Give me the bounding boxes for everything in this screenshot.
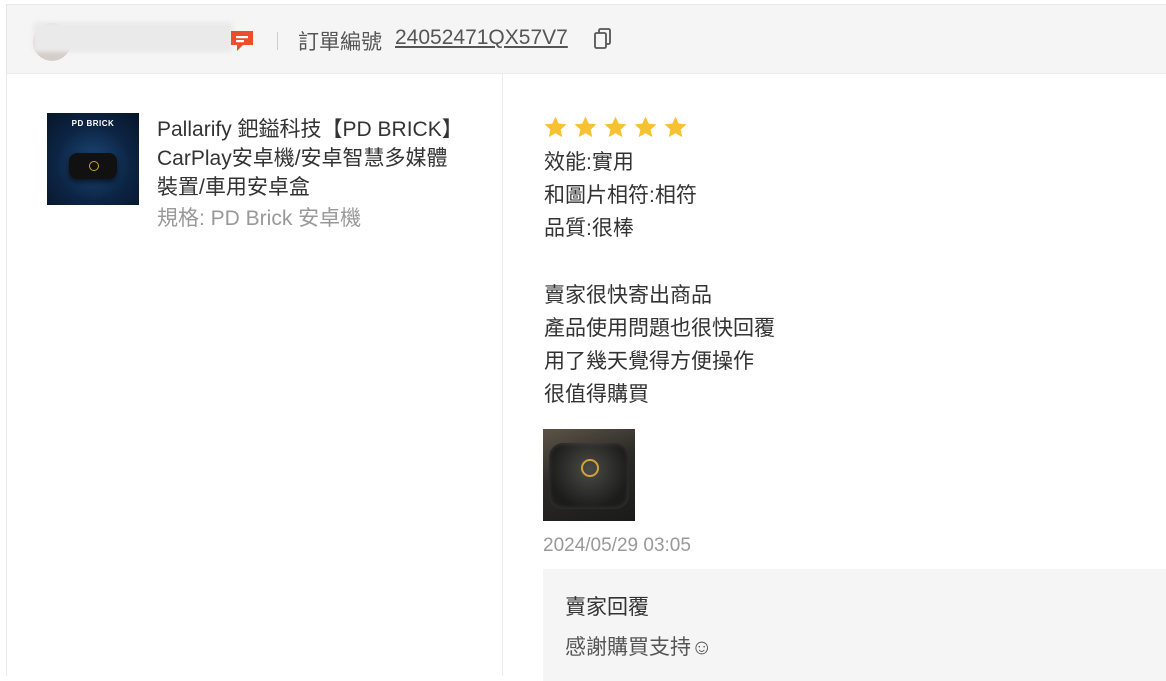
seller-reply-box: 賣家回覆 感謝購買支持☺: [543, 569, 1166, 681]
review-text-line: 產品使用問題也很快回覆: [544, 317, 775, 340]
rating-stars: [543, 115, 688, 140]
header-separator: [277, 32, 278, 50]
device-logo: [581, 459, 599, 477]
seller-reply-text: 感謝購買支持☺: [565, 636, 713, 659]
review-timestamp: 2024/05/29 03:05: [543, 535, 691, 556]
order-number-link[interactable]: 24052471QX57V7: [395, 26, 568, 50]
product-name-link[interactable]: Pallarify 鈀鎰科技【PD BRICK】CarPlay安卓機/安卓智慧多…: [157, 115, 467, 202]
review-header: 訂單編號 24052471QX57V7: [7, 5, 1166, 74]
thumbnail-brand-text: PD BRICK: [71, 119, 115, 128]
review-text-line: 賣家很快寄出商品: [544, 284, 712, 307]
copy-icon[interactable]: [593, 27, 613, 51]
review-attr-quality: 品質:很棒: [544, 217, 634, 240]
review-text-line: 很值得購買: [544, 383, 649, 406]
chat-icon[interactable]: [229, 29, 255, 53]
star-icon: [604, 116, 627, 138]
star-icon: [574, 116, 597, 138]
seller-reply-title: 賣家回覆: [565, 596, 649, 619]
review-attr-performance: 效能:實用: [544, 151, 634, 174]
review-attr-match: 和圖片相符:相符: [544, 184, 697, 207]
review-text-line: 用了幾天覺得方便操作: [544, 350, 754, 373]
review-photo[interactable]: [543, 429, 635, 521]
product-variation: 規格: PD Brick 安卓機: [157, 207, 362, 230]
star-icon: [634, 116, 657, 138]
product-thumbnail[interactable]: PD BRICK: [47, 113, 139, 205]
device-image: [69, 153, 117, 179]
column-divider: [502, 73, 503, 676]
review-card: 訂單編號 24052471QX57V7 PD BRICK Pallarify 鈀…: [6, 4, 1166, 681]
redacted-username: [33, 22, 233, 52]
order-number-label: 訂單編號: [298, 31, 382, 54]
star-icon: [544, 116, 567, 138]
star-icon: [664, 116, 687, 138]
